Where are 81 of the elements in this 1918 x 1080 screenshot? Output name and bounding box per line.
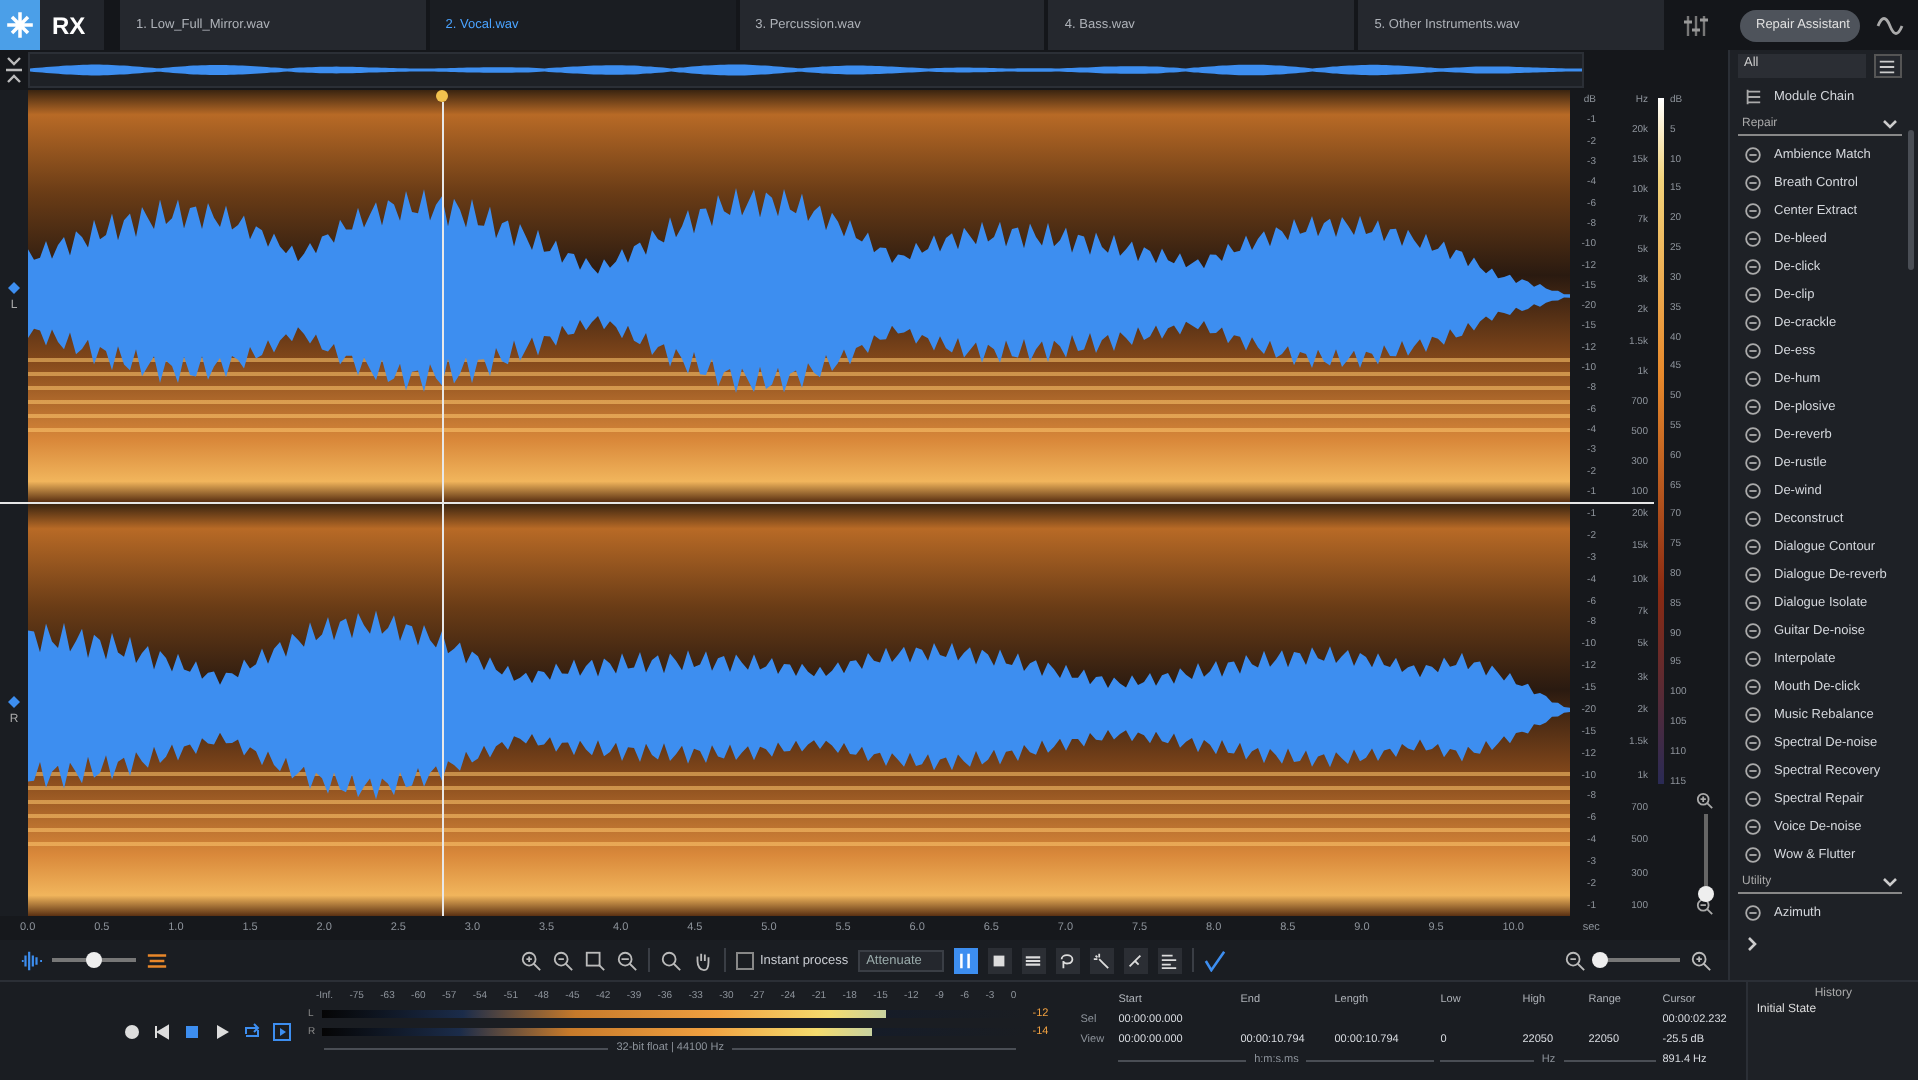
module-icon xyxy=(1744,313,1762,331)
wand-tool-icon xyxy=(1092,951,1111,969)
module-icon xyxy=(1744,677,1762,695)
logo-icon xyxy=(0,0,40,50)
caret-icon xyxy=(1882,873,1898,889)
time-select-tool-button[interactable] xyxy=(953,947,978,973)
freq-tool-icon xyxy=(1024,951,1043,969)
lasso-select-tool-button[interactable] xyxy=(1055,947,1080,973)
module-icon xyxy=(1744,481,1762,499)
module-icon xyxy=(1744,789,1762,807)
playhead-marker-icon[interactable] xyxy=(436,90,449,102)
stop-icon xyxy=(181,1021,202,1041)
zoom-out-icon[interactable] xyxy=(552,949,574,971)
checkmark-icon[interactable] xyxy=(1203,949,1226,971)
zoom-fit-icon[interactable] xyxy=(616,949,638,971)
module-icon xyxy=(1744,733,1762,751)
module-icon xyxy=(1744,621,1762,639)
playhead-line[interactable] xyxy=(441,504,444,916)
module-icon xyxy=(1744,649,1762,667)
spectrogram[interactable] xyxy=(28,504,1570,916)
wave-icon[interactable] xyxy=(1876,11,1904,39)
module-icon xyxy=(1744,537,1762,555)
wand-select-tool-button[interactable] xyxy=(1089,947,1114,973)
record-icon xyxy=(121,1021,142,1041)
diamond-icon xyxy=(8,281,20,293)
module-icon xyxy=(1744,285,1762,303)
module-icon xyxy=(1744,145,1762,163)
time-tool-icon xyxy=(956,951,975,969)
play-selection-button[interactable] xyxy=(269,1018,296,1044)
hand-icon[interactable] xyxy=(692,949,714,971)
rect-select-tool-button[interactable] xyxy=(987,947,1012,973)
module-icon xyxy=(1744,761,1762,779)
module-icon xyxy=(1744,453,1762,471)
playhead-line[interactable] xyxy=(441,102,444,502)
rect-tool-icon xyxy=(990,951,1009,969)
module-icon xyxy=(1744,425,1762,443)
play-selection-icon xyxy=(271,1021,292,1041)
skip-back-icon xyxy=(151,1021,172,1041)
waveform-icon[interactable] xyxy=(20,949,42,971)
brush-select-tool-button[interactable] xyxy=(1123,947,1148,973)
menu-icon xyxy=(1878,58,1896,76)
menu-button[interactable] xyxy=(1874,54,1902,78)
zoom-out-icon[interactable] xyxy=(1696,898,1714,916)
chevron-right-icon[interactable] xyxy=(1744,936,1760,952)
zoom-icon[interactable] xyxy=(660,949,682,971)
module-icon xyxy=(1744,397,1762,415)
zoom-selection-icon[interactable] xyxy=(584,949,606,971)
module-icon xyxy=(1744,817,1762,835)
spectrogram[interactable] xyxy=(28,90,1570,502)
lasso-tool-icon xyxy=(1058,951,1077,969)
module-icon xyxy=(1744,705,1762,723)
loop-icon xyxy=(241,1021,262,1041)
module-icon xyxy=(1744,593,1762,611)
play-icon xyxy=(211,1021,232,1041)
module-icon xyxy=(1744,229,1762,247)
waveform-overview[interactable] xyxy=(28,52,1584,88)
brush-tool-icon xyxy=(1126,951,1145,969)
module-icon xyxy=(1744,903,1762,921)
freq-select-tool-button[interactable] xyxy=(1021,947,1046,973)
module-icon xyxy=(1744,201,1762,219)
zoom-in-icon[interactable] xyxy=(1690,949,1712,971)
module-icon xyxy=(1744,509,1762,527)
logo-text: RX xyxy=(52,11,86,39)
module-icon xyxy=(1744,369,1762,387)
collapse-icon[interactable] xyxy=(4,56,24,84)
module-icon xyxy=(1744,565,1762,583)
module-icon xyxy=(1744,341,1762,359)
module-icon xyxy=(1744,173,1762,191)
sliders-icon[interactable] xyxy=(1684,13,1708,37)
harmonic-select-tool-button[interactable] xyxy=(1157,947,1182,973)
zoom-in-icon[interactable] xyxy=(1696,792,1714,810)
zoom-in-icon[interactable] xyxy=(520,949,542,971)
caret-icon xyxy=(1882,115,1898,131)
diamond-icon xyxy=(8,695,20,707)
instant-process-checkbox[interactable] xyxy=(736,951,754,969)
spectrogram-icon[interactable] xyxy=(146,949,168,971)
module-icon xyxy=(1744,845,1762,863)
module-icon xyxy=(1744,257,1762,275)
harmonic-tool-icon xyxy=(1160,951,1179,969)
zoom-out-icon[interactable] xyxy=(1564,949,1586,971)
list-icon xyxy=(1744,87,1762,105)
